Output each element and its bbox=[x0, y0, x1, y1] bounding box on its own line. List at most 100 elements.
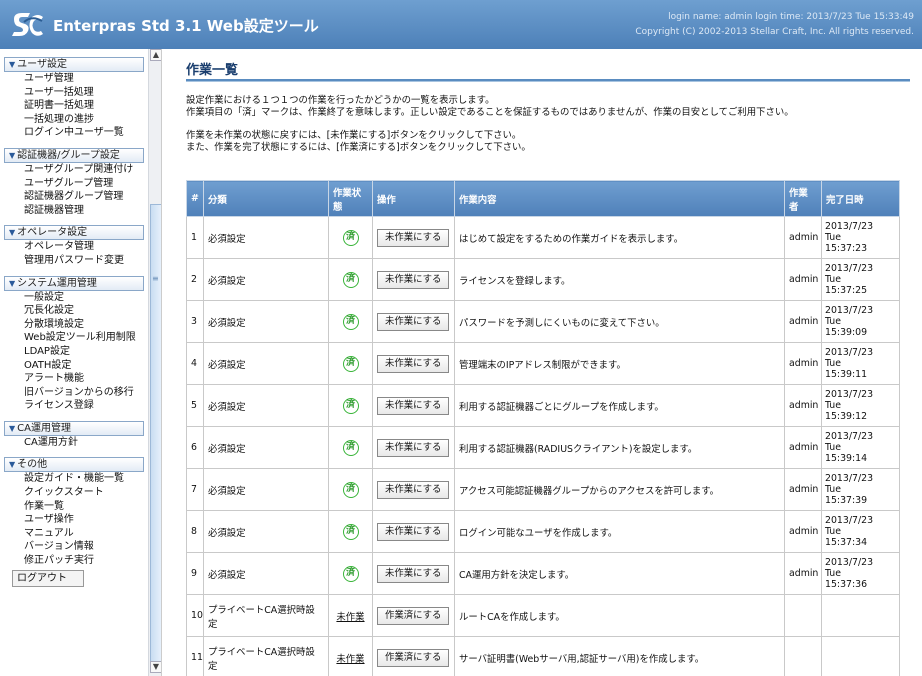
done-mark-icon: 済 bbox=[342, 565, 359, 582]
row-operation: 未作業にする bbox=[372, 216, 455, 259]
menu-item-redundancy[interactable]: 冗長化設定 bbox=[24, 304, 148, 318]
table-row: 2 必須設定済 未作業にする ライセンスを登録します。 admin 2013/7/23 Tu… bbox=[186, 258, 900, 301]
menu-item-user-ops[interactable]: ユーザ操作 bbox=[24, 513, 148, 527]
mark-undone-button[interactable]: 未作業にする bbox=[377, 270, 450, 289]
menu-item-version[interactable]: バージョン情報 bbox=[24, 540, 148, 554]
menu-item-bulk-progress[interactable]: 一括処理の進捗 bbox=[24, 113, 148, 127]
menu-header-operator[interactable]: ▼ オペレータ設定 bbox=[4, 225, 144, 241]
row-category: 必須設定 bbox=[203, 216, 329, 259]
menu-item-migration[interactable]: 旧バージョンからの移行 bbox=[24, 386, 148, 400]
mark-complete-button[interactable]: 作業済にする bbox=[377, 606, 450, 625]
row-completed: 2013/7/23 Tue 15:39:11 bbox=[821, 342, 900, 385]
mark-done-link[interactable]: 未作業 bbox=[336, 654, 364, 665]
scroll-up-icon[interactable]: ▲ bbox=[150, 49, 161, 61]
scrollbar-thumb[interactable] bbox=[150, 204, 161, 664]
main-content: 作業一覧 設定作業における１つ１つの作業を行ったかどうかの一覧を表示します。 作… bbox=[175, 49, 922, 676]
done-mark-icon: 済 bbox=[342, 523, 359, 540]
row-operation: 未作業にする bbox=[372, 300, 455, 343]
row-content: はじめて設定をするための作業ガイドを表示します。 bbox=[454, 216, 785, 259]
row-completed: 2013/7/23 Tue 15:37:25 bbox=[821, 258, 900, 301]
row-category: 必須設定 bbox=[203, 552, 329, 595]
mark-undone-button[interactable]: 未作業にする bbox=[377, 312, 450, 331]
row-worker: admin bbox=[784, 552, 822, 595]
row-completed: 2013/7/23 Tue 15:37:23 bbox=[821, 216, 900, 259]
mark-complete-button[interactable]: 作業済にする bbox=[377, 648, 450, 667]
row-status: 済 bbox=[328, 468, 373, 511]
menu-item-guide[interactable]: 設定ガイド・機能一覧 bbox=[24, 472, 148, 486]
menu-header-device[interactable]: ▼ 認証機器/グループ設定 bbox=[4, 147, 144, 163]
row-number: 3 bbox=[186, 300, 204, 343]
row-category: 必須設定 bbox=[203, 468, 329, 511]
menu-item-user-bulk[interactable]: ユーザ一括処理 bbox=[24, 86, 148, 100]
menu-header-user[interactable]: ▼ ユーザ設定 bbox=[4, 57, 144, 72]
completed-day: Tue bbox=[825, 484, 842, 495]
menu-item-ca-policy[interactable]: CA運用方針 bbox=[24, 436, 148, 450]
done-mark-icon: 済 bbox=[342, 313, 359, 330]
menu-item-admin-password[interactable]: 管理用パスワード変更 bbox=[24, 254, 148, 268]
menu-item-user-manage[interactable]: ユーザ管理 bbox=[24, 72, 148, 86]
page-title: 作業一覧 bbox=[186, 63, 239, 78]
menu-item-quickstart[interactable]: クイックスタート bbox=[24, 486, 148, 500]
done-mark-icon: 済 bbox=[342, 481, 359, 498]
mark-undone-button[interactable]: 未作業にする bbox=[377, 522, 450, 541]
menu-item-operator-manage[interactable]: オペレータ管理 bbox=[24, 240, 148, 254]
menu-header-other[interactable]: ▼ その他 bbox=[4, 457, 144, 473]
scroll-down-icon[interactable]: ▼ bbox=[150, 661, 161, 673]
row-completed: 2013/7/23 Tue 15:37:34 bbox=[821, 510, 900, 553]
menu-item-alert[interactable]: アラート機能 bbox=[24, 372, 148, 386]
row-worker: admin bbox=[784, 384, 822, 427]
completed-date: 2013/7/23 bbox=[825, 389, 874, 400]
menu-item-oath[interactable]: OATH設定 bbox=[24, 359, 148, 373]
completed-time: 15:37:25 bbox=[825, 285, 868, 296]
col-header-status: 作業状態 bbox=[328, 180, 373, 217]
menu-item-usergroup-link[interactable]: ユーザグループ関連付け bbox=[24, 163, 148, 177]
menu-item-task-list[interactable]: 作業一覧 bbox=[24, 500, 148, 514]
menu-item-distributed[interactable]: 分散環境設定 bbox=[24, 318, 148, 332]
row-worker bbox=[784, 636, 822, 676]
mark-undone-button[interactable]: 未作業にする bbox=[377, 564, 450, 583]
menu-item-general[interactable]: 一般設定 bbox=[24, 291, 148, 305]
row-content: 利用する認証機器(RADIUSクライアント)を設定します。 bbox=[454, 426, 785, 469]
mark-done-link[interactable]: 未作業 bbox=[336, 612, 364, 623]
sidebar: ▼ ユーザ設定 ユーザ管理 ユーザ一括処理 証明書一括処理 一括処理の進捗 ログイ… bbox=[0, 49, 162, 676]
completed-date: 2013/7/23 bbox=[825, 347, 874, 358]
row-content: 利用する認証機器ごとにグループを作成します。 bbox=[454, 384, 785, 427]
row-completed: 2013/7/23 Tue 15:39:09 bbox=[821, 300, 900, 343]
menu-item-usergroup-manage[interactable]: ユーザグループ管理 bbox=[24, 177, 148, 191]
menu-header-label: オペレータ設定 bbox=[17, 227, 88, 239]
description-line-2: 作業項目の「済」マークは、作業終了を意味します。正しい設定であることを保証するも… bbox=[186, 107, 794, 118]
row-worker: admin bbox=[784, 216, 822, 259]
menu-header-ca[interactable]: ▼ CA運用管理 bbox=[4, 420, 144, 436]
menu-item-web-restrict[interactable]: Web設定ツール利用制限 bbox=[24, 331, 148, 345]
menu-item-cert-bulk[interactable]: 証明書一括処理 bbox=[24, 99, 148, 113]
logout-button[interactable]: ログアウト bbox=[12, 569, 84, 587]
done-mark-icon: 済 bbox=[342, 439, 359, 456]
mark-undone-button[interactable]: 未作業にする bbox=[377, 480, 450, 499]
menu-item-logged-in-users[interactable]: ログイン中ユーザ一覧 bbox=[24, 126, 148, 140]
row-category: 必須設定 bbox=[203, 426, 329, 469]
sidebar-menu: ▼ ユーザ設定 ユーザ管理 ユーザ一括処理 証明書一括処理 一括処理の進捗 ログイ… bbox=[0, 57, 148, 595]
row-number: 9 bbox=[186, 552, 204, 595]
mark-undone-button[interactable]: 未作業にする bbox=[377, 438, 450, 457]
sidebar-scrollbar[interactable]: ▲ ≡ ▼ bbox=[148, 49, 161, 676]
row-status: 未作業 bbox=[328, 594, 373, 637]
mark-undone-button[interactable]: 未作業にする bbox=[377, 354, 450, 373]
row-worker: admin bbox=[784, 300, 822, 343]
mark-undone-button[interactable]: 未作業にする bbox=[377, 228, 450, 247]
menu-section-operator: ▼ オペレータ設定 オペレータ管理 管理用パスワード変更 bbox=[0, 225, 148, 267]
row-number: 8 bbox=[186, 510, 204, 553]
table-row: 10 プライベートCA選択時設定 未作業 作業済にする ルートCAを作成します。 bbox=[186, 594, 900, 637]
menu-header-system[interactable]: ▼ システム運用管理 bbox=[4, 275, 144, 291]
menu-item-device-manage[interactable]: 認証機器管理 bbox=[24, 204, 148, 218]
completed-day: Tue bbox=[825, 400, 842, 411]
app-header: Enterpras Std 3.1 Web設定ツール login name: a… bbox=[0, 0, 922, 49]
completed-time: 15:39:14 bbox=[825, 453, 868, 464]
mark-undone-button[interactable]: 未作業にする bbox=[377, 396, 450, 415]
menu-item-ldap[interactable]: LDAP設定 bbox=[24, 345, 148, 359]
menu-item-manual[interactable]: マニュアル bbox=[24, 527, 148, 541]
row-content: 管理端末のIPアドレス制限ができます。 bbox=[454, 342, 785, 385]
menu-item-devicegroup-manage[interactable]: 認証機器グループ管理 bbox=[24, 190, 148, 204]
col-header-content: 作業内容 bbox=[454, 180, 785, 217]
menu-item-patch[interactable]: 修正パッチ実行 bbox=[24, 554, 148, 568]
menu-item-license[interactable]: ライセンス登録 bbox=[24, 399, 148, 413]
